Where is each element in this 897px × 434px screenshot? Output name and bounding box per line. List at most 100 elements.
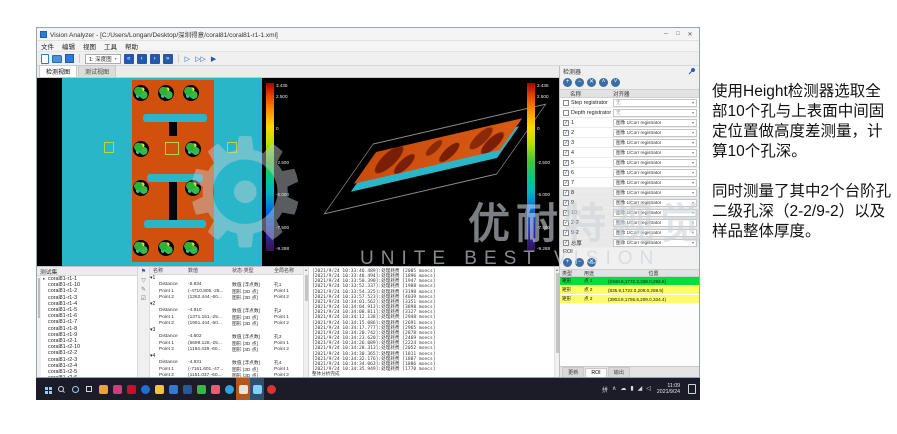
ime-icon[interactable]: 拼 [602, 385, 608, 394]
maximize-button[interactable]: □ [672, 31, 684, 37]
detector-row[interactable]: ✓ 3 图像 1/Corr registrator ▾ [560, 138, 699, 148]
menu-file[interactable]: 文件 [41, 41, 54, 51]
volume-icon[interactable]: ◁ [646, 385, 651, 394]
save-icon[interactable] [65, 54, 74, 63]
detector-row[interactable]: ✓ 5 图像 1/Corr registrator ▾ [560, 158, 699, 168]
edge-browser-button[interactable] [138, 378, 152, 400]
aligner-dropdown[interactable]: 无 ▾ [613, 98, 697, 107]
start-button[interactable] [40, 378, 54, 400]
taskbar-clock[interactable]: 11:09 2021/9/24 [655, 383, 682, 395]
minimize-button[interactable]: ─ [660, 31, 672, 37]
paint-app-button[interactable] [110, 378, 124, 400]
scrollbar-thumb[interactable] [38, 278, 40, 318]
measurement-row[interactable]: Distance -5.834 数值 [浮点数] 孔1 [150, 282, 303, 288]
file-explorer-button[interactable] [152, 378, 166, 400]
detector-row[interactable]: ✓ 2-2 图像 1/Corr registrator ▾ [560, 218, 699, 228]
roi-row[interactable]: 矩形 点 2 (3903.8,1755.5,209.0,334.4) [560, 295, 699, 304]
measurement-row[interactable]: Point 1 (1371.151,-25... 图形 [3D 点] Point 1 [150, 314, 303, 321]
measurement-row[interactable]: Distance -4.602 数值 [浮点数] 孔3 [150, 334, 303, 340]
measurement-row[interactable]: Point 2 (1184.439,-60... 图形 [3D 点] Point 2 [150, 347, 303, 353]
scrollbar-thumb[interactable] [556, 273, 559, 353]
task-view-button[interactable] [82, 378, 96, 400]
detector-row[interactable]: ✓ 4 图像 1/Corr registrator ▾ [560, 148, 699, 158]
battery-icon[interactable]: ▮ [630, 385, 633, 394]
measurement-scrollbar[interactable]: ▲ [303, 267, 308, 377]
aligner-dropdown[interactable]: 图像 1/Corr registrator ▾ [613, 128, 697, 137]
detector-row-checkbox[interactable]: ✓ [563, 169, 569, 176]
detector-row-checkbox[interactable]: ✓ [563, 239, 569, 246]
roi-rectangle[interactable] [165, 142, 179, 155]
measurement-row[interactable]: Distance -4.931 数值 [浮点数] 孔4 [150, 360, 303, 366]
detector-row[interactable]: Step registrator 无 ▾ [560, 98, 699, 108]
open-folder-icon[interactable] [52, 54, 62, 63]
pointcloud-3d-view[interactable]: 3.435 2.500 0 -2.500 -5.000 -7.500 -9.288 [298, 78, 559, 266]
aligner-dropdown[interactable]: 图像 1/Corr registrator ▾ [613, 208, 697, 217]
scroll-up-arrow-icon[interactable]: ▲ [304, 267, 308, 272]
menu-tools[interactable]: 工具 [104, 41, 117, 51]
detector-row-checkbox[interactable]: ✓ [563, 179, 569, 186]
detector-row-checkbox[interactable]: ✓ [563, 139, 569, 146]
measurement-row[interactable]: Point 2 (1951.444,-60... 图形 [3D 点] Point 2 [150, 321, 303, 327]
detector-row[interactable]: ✓ 9 图像 1/Corr registrator ▾ [560, 198, 699, 208]
network-icon[interactable]: ◢ [638, 385, 643, 394]
move-down-button[interactable]: ˅ [611, 78, 620, 87]
detector-row[interactable]: ✓ 10 图像 1/Corr registrator ▾ [560, 208, 699, 218]
detector-row-checkbox[interactable]: ✓ [563, 199, 569, 206]
heightmap-2d-view[interactable]: 3.435 2.500 0 -2.500 -5.000 -7.500 -9.288 [37, 78, 298, 266]
measurement-row[interactable]: Distance -4.910 数值 [浮点数] 孔2 [150, 308, 303, 314]
pdf-app-button[interactable] [124, 378, 138, 400]
edit-pencil-icon[interactable]: ✎ [141, 287, 146, 293]
detector-row[interactable]: ✓ 9-2 图像 1/Corr registrator ▾ [560, 228, 699, 238]
file-list-item[interactable]: coral81-r2-6 [43, 375, 137, 377]
tab-roi[interactable]: ROI [585, 368, 607, 377]
aligner-dropdown[interactable]: 图像 1/Corr registrator ▾ [613, 138, 697, 147]
run-button[interactable]: ▷ [184, 54, 191, 64]
measurement-row[interactable]: Point 2 (1151.037,-60... 图形 [3D 点] Point 2 [150, 373, 303, 377]
detector-row-checkbox[interactable]: ✓ [563, 129, 569, 136]
file-list-scrollbar[interactable] [37, 276, 41, 377]
new-file-icon[interactable] [41, 53, 49, 64]
tab-detection-view[interactable]: 检测视图 [39, 65, 78, 77]
vision-analyzer-app-button[interactable] [236, 378, 250, 400]
detector-row[interactable]: ✓ 2 图像 1/Corr registrator ▾ [560, 128, 699, 138]
log-scrollbar[interactable]: ▲ [554, 267, 559, 377]
detector-row-checkbox[interactable]: ✓ [563, 209, 569, 216]
green-app-button[interactable] [194, 378, 208, 400]
move-up-button[interactable]: ˄ [599, 78, 608, 87]
aligner-dropdown[interactable]: 图像 1/Corr registrator ▾ [613, 158, 697, 167]
pink-app-button[interactable] [208, 378, 222, 400]
aligner-dropdown[interactable]: 图像 1/Corr registrator ▾ [613, 118, 697, 127]
menu-edit[interactable]: 编辑 [62, 41, 75, 51]
scrollbar-thumb[interactable] [305, 275, 308, 301]
prev-frame-button[interactable]: ‹ [136, 53, 147, 64]
remove-roi-button[interactable]: − [575, 258, 584, 267]
detector-row-checkbox[interactable]: ✓ [563, 219, 569, 226]
detector-row-checkbox[interactable]: ✓ [563, 119, 569, 126]
detector-row[interactable]: ✓ 总厚 图像 1/Corr registrator ▾ [560, 238, 699, 248]
aligner-dropdown[interactable]: 图像 1/Corr registrator ▾ [613, 178, 697, 187]
detector-row-checkbox[interactable]: ✓ [563, 149, 569, 156]
tab-update[interactable]: 更新 [562, 367, 585, 377]
detector-row-checkbox[interactable] [563, 109, 569, 116]
save-tool-button[interactable] [166, 378, 180, 400]
add-roi-button[interactable]: + [563, 258, 572, 267]
detector-row[interactable]: ✓ 8 图像 1/Corr registrator ▾ [560, 188, 699, 198]
aligner-dropdown[interactable]: 无 ▾ [613, 108, 697, 117]
measurement-row[interactable]: Point 1 (-4710.805,-25... 图形 [3D 点] Point 1 [150, 288, 303, 295]
detector-row-checkbox[interactable]: ✓ [563, 229, 569, 236]
aligner-dropdown[interactable]: 图像 1/Corr registrator ▾ [613, 218, 697, 227]
first-frame-button[interactable]: « [123, 53, 134, 64]
last-frame-button[interactable]: » [162, 53, 173, 64]
delete-roi-button[interactable]: ✕ [587, 258, 596, 267]
roi-row[interactable]: 矩形 点 2 (835.9,1722.0,209.0,259.5) [560, 286, 699, 295]
log-output[interactable]: [2021/9/24 10:33:46.489]:处理耗费 [2005 msec… [309, 267, 554, 377]
detector-row[interactable]: ✓ 6 图像 1/Corr registrator ▾ [560, 168, 699, 178]
roi-rectangle[interactable] [104, 142, 114, 153]
run-continuous-button[interactable]: ▶ [210, 54, 217, 64]
close-button[interactable]: ✕ [684, 31, 696, 38]
hand-app-button[interactable] [96, 378, 110, 400]
detector-row-checkbox[interactable] [563, 99, 569, 106]
run-all-button[interactable]: ▷▷ [194, 54, 207, 64]
tab-output[interactable]: 输出 [607, 367, 631, 377]
next-frame-button[interactable]: › [149, 53, 160, 64]
